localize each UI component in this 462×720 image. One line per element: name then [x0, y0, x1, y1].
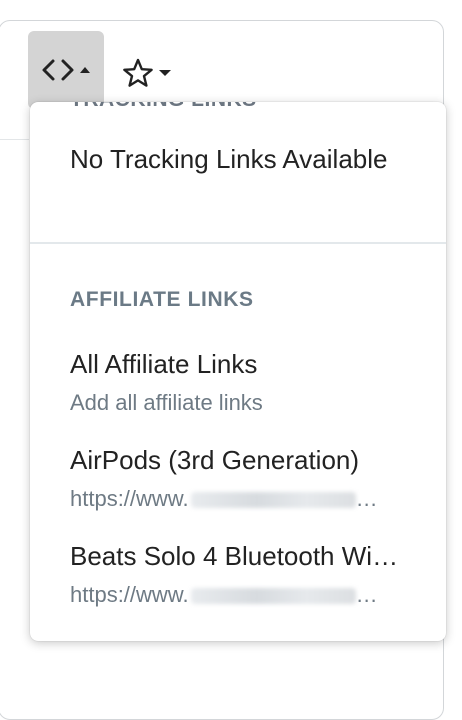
menu-item-title: AirPods (3rd Generation): [70, 445, 360, 475]
menu-item-title: Beats Solo 4 Bluetooth Wireless Headphon…: [70, 541, 406, 571]
menu-item-title: All Affiliate Links: [70, 349, 258, 379]
favorite-button[interactable]: [104, 31, 182, 109]
menu-item-airpods[interactable]: AirPods (3rd Generation) https://www.…: [70, 444, 406, 512]
section-divider: [30, 242, 446, 244]
menu-item-all-affiliate-links[interactable]: All Affiliate Links Add all affiliate li…: [70, 348, 406, 416]
menu-item-beats-solo-4[interactable]: Beats Solo 4 Bluetooth Wireless Headphon…: [70, 540, 406, 608]
code-brackets-icon: [42, 59, 74, 81]
caret-up-icon: [80, 67, 90, 73]
embed-code-button[interactable]: [28, 31, 104, 109]
affiliate-links-heading: AFFILIATE LINKS: [70, 288, 254, 311]
url-prefix: https://www.: [70, 582, 189, 607]
redacted-url-blur: [190, 588, 356, 605]
url-prefix: https://www.: [70, 486, 189, 511]
menu-item-url: https://www.…: [70, 582, 378, 607]
star-outline-icon: [123, 58, 153, 87]
no-tracking-links-text: No Tracking Links Available: [70, 144, 388, 174]
card-divider: [0, 139, 29, 140]
links-dropdown-menu: TRACKING LINKS No Tracking Links Availab…: [30, 102, 446, 641]
toolbar: [28, 31, 182, 109]
tracking-links-heading: TRACKING LINKS: [70, 102, 257, 112]
caret-down-icon: [159, 70, 171, 76]
redacted-url-blur: [190, 492, 356, 509]
menu-item-subtitle: Add all affiliate links: [70, 390, 263, 415]
menu-item-url: https://www.…: [70, 486, 378, 511]
